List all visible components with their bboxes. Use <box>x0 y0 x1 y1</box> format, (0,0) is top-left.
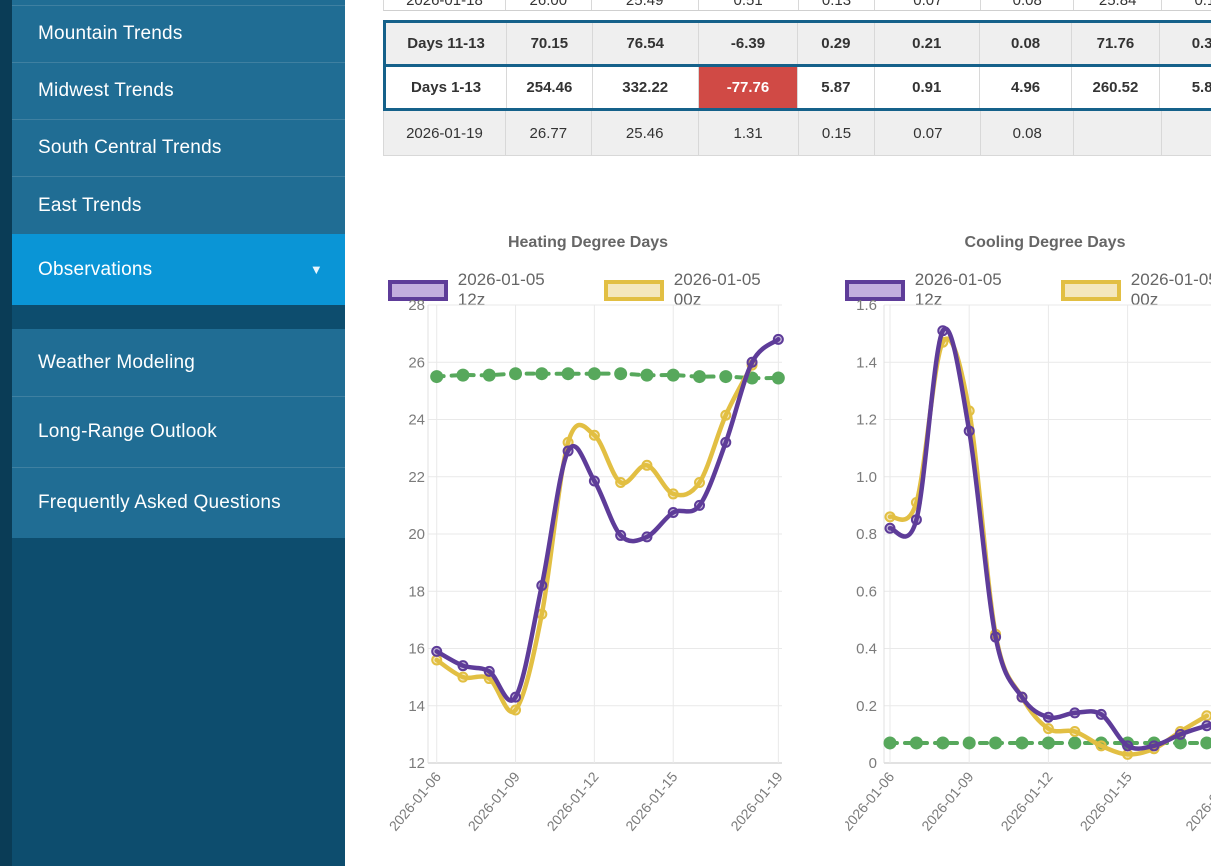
value-cell: 0.15 <box>799 111 876 155</box>
svg-text:2026-01-06: 2026-01-06 <box>388 768 444 833</box>
svg-text:16: 16 <box>408 641 425 658</box>
sidebar-item-long-range-outlook[interactable]: Long-Range Outlook <box>12 397 345 468</box>
svg-text:2026-01-19: 2026-01-19 <box>727 768 785 833</box>
value-cell: 4.96 <box>980 67 1072 108</box>
row-label-cell: Days 1-13 <box>386 67 507 108</box>
value-cell: 1.31 <box>699 111 799 155</box>
table-row: Days 11-1370.1576.54-6.390.290.210.0871.… <box>386 23 1211 67</box>
svg-text:28: 28 <box>408 297 425 314</box>
value-cell: 26.77 <box>506 111 592 155</box>
svg-text:0.4: 0.4 <box>856 641 877 658</box>
svg-text:2026-01-15: 2026-01-15 <box>622 768 680 833</box>
value-cell: 0.08 <box>980 23 1072 64</box>
cooling-degree-days-chart: Cooling Degree Days 2026-01-05 12z 2026-… <box>845 230 1211 862</box>
svg-text:1.2: 1.2 <box>856 412 877 429</box>
sidebar-item-label: Long-Range Outlook <box>38 421 217 443</box>
value-cell: 76.54 <box>593 23 699 64</box>
sidebar-item-mountain-trends[interactable]: Mountain Trends <box>12 6 345 63</box>
value-cell: 260.52 <box>1072 67 1159 108</box>
value-cell: 0.29 <box>798 23 874 64</box>
value-cell: 25.46 <box>592 111 699 155</box>
weather-dashboard: Mountain Trends Midwest Trends South Cen… <box>0 0 1211 866</box>
sidebar-section-gap <box>12 305 345 329</box>
sidebar-item-label: Observations <box>38 259 152 281</box>
svg-text:2026-01-09: 2026-01-09 <box>465 768 523 833</box>
value-cell: 0.08 <box>981 111 1074 155</box>
svg-text:14: 14 <box>408 698 425 715</box>
value-cell: 0.51 <box>699 0 799 11</box>
sidebar-item-label: Midwest Trends <box>38 80 174 102</box>
sidebar-item-label: East Trends <box>38 195 142 217</box>
value-cell: 70.15 <box>507 23 592 64</box>
value-cell: 0.07 <box>875 0 981 11</box>
row-label-cell: 2026-01-19 <box>384 111 506 155</box>
observation-table: 2026-01-1826.0025.490.510.130.070.0825.8… <box>383 0 1211 156</box>
svg-text:24: 24 <box>408 412 425 429</box>
sidebar-item-label: Frequently Asked Questions <box>38 492 281 514</box>
value-cell: 0.91 <box>875 67 980 108</box>
row-label-cell: 2026-01-18 <box>384 0 506 11</box>
value-cell: 0.33 <box>1160 23 1211 64</box>
value-cell <box>1074 111 1162 155</box>
value-cell: 0.21 <box>875 23 980 64</box>
sidebar-item-observations[interactable]: Observations ▼ <box>12 234 345 305</box>
sidebar-item-weather-modeling[interactable]: Weather Modeling <box>12 329 345 397</box>
svg-text:2026-01-06: 2026-01-06 <box>845 768 897 833</box>
value-cell: 26.00 <box>506 0 592 11</box>
svg-text:22: 22 <box>408 469 425 486</box>
table-row: 2026-01-1826.0025.490.510.130.070.0825.8… <box>383 0 1211 11</box>
svg-text:2026-01-12: 2026-01-12 <box>997 768 1055 833</box>
table-row: 2026-01-1926.7725.461.310.150.070.08 <box>383 111 1211 156</box>
highlighted-rows: Days 11-1370.1576.54-6.390.290.210.0871.… <box>383 20 1211 111</box>
value-cell: -6.39 <box>699 23 798 64</box>
svg-text:0.2: 0.2 <box>856 698 877 715</box>
value-cell: -77.76 <box>699 67 798 108</box>
sidebar-nav: Mountain Trends Midwest Trends South Cen… <box>12 0 345 538</box>
svg-text:1.0: 1.0 <box>856 469 877 486</box>
value-cell: 5.80 <box>1160 67 1211 108</box>
value-cell <box>1162 111 1211 155</box>
svg-text:2026-01-19: 2026-01-19 <box>1182 768 1211 833</box>
sidebar-item-label: Mountain Trends <box>38 23 183 45</box>
sidebar-item-label: Weather Modeling <box>38 352 195 374</box>
svg-text:0.8: 0.8 <box>856 526 877 543</box>
svg-text:0.6: 0.6 <box>856 583 877 600</box>
sidebar: Mountain Trends Midwest Trends South Cen… <box>0 0 345 866</box>
table-row: Days 1-13254.46332.22-77.765.870.914.962… <box>386 67 1211 108</box>
cooling-chart-svg: 1.6 1.4 1.2 1.0 0.8 0.6 0.4 0.2 02026-01-06 2026-… <box>845 230 1211 862</box>
svg-text:12: 12 <box>408 755 425 772</box>
value-cell: 0.07 <box>875 111 981 155</box>
value-cell: 25.49 <box>592 0 699 11</box>
value-cell: 332.22 <box>593 67 699 108</box>
value-cell: 0.16 <box>1162 0 1211 11</box>
value-cell: 25.84 <box>1074 0 1162 11</box>
heating-chart-svg: 28 26 24 22 20 18 16 14 122026-01-06 2026-01-09 20… <box>388 230 788 862</box>
heating-degree-days-chart: Heating Degree Days 2026-01-05 12z 2026-… <box>388 230 788 862</box>
svg-text:1.4: 1.4 <box>856 354 877 371</box>
svg-text:1.6: 1.6 <box>856 297 877 314</box>
svg-text:18: 18 <box>408 583 425 600</box>
row-label-cell: Days 11-13 <box>386 23 507 64</box>
sidebar-item-south-central-trends[interactable]: South Central Trends <box>12 120 345 177</box>
sidebar-item-midwest-trends[interactable]: Midwest Trends <box>12 63 345 120</box>
value-cell: 71.76 <box>1072 23 1159 64</box>
value-cell: 0.13 <box>799 0 876 11</box>
chevron-down-icon: ▼ <box>310 262 323 277</box>
svg-text:2026-01-12: 2026-01-12 <box>543 768 601 833</box>
table-gap <box>383 11 1211 20</box>
sidebar-edge-strip <box>0 0 12 866</box>
sidebar-item-east-trends[interactable]: East Trends <box>12 177 345 234</box>
value-cell: 254.46 <box>507 67 592 108</box>
svg-text:2026-01-15: 2026-01-15 <box>1077 768 1135 833</box>
sidebar-item-label: South Central Trends <box>38 137 222 159</box>
svg-text:20: 20 <box>408 526 425 543</box>
value-cell: 0.08 <box>981 0 1074 11</box>
value-cell: 5.87 <box>798 67 874 108</box>
sidebar-item-faq[interactable]: Frequently Asked Questions <box>12 468 345 538</box>
svg-text:26: 26 <box>408 354 425 371</box>
svg-text:2026-01-09: 2026-01-09 <box>918 768 976 833</box>
svg-text:0: 0 <box>869 755 877 772</box>
